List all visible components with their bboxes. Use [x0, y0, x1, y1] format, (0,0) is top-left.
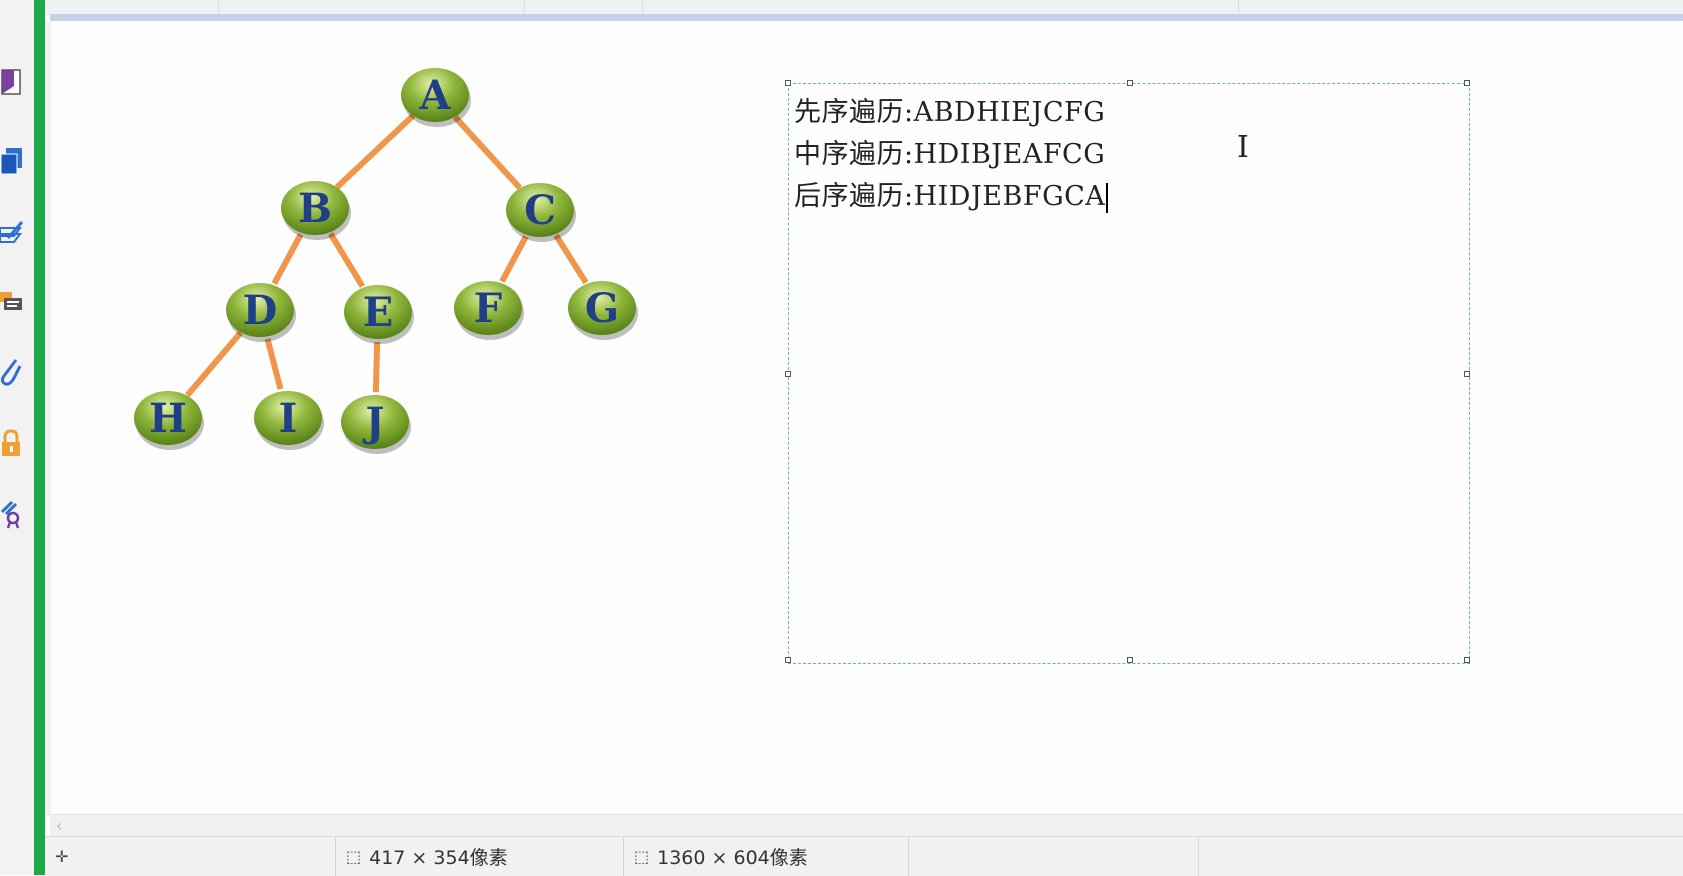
tree-edge-B-E — [327, 232, 366, 288]
tree-node-E: E — [344, 285, 414, 344]
comment-icon[interactable] — [0, 282, 26, 322]
tree-node-label: J — [363, 399, 385, 446]
tree-node-G: G — [568, 281, 638, 340]
text-caret — [1106, 182, 1109, 213]
tree-node-label: G — [585, 285, 619, 332]
resize-handle-right[interactable] — [1464, 371, 1470, 377]
resize-handle-top-right[interactable] — [1464, 80, 1470, 86]
resize-handle-bottom[interactable] — [1127, 657, 1133, 663]
tree-edge-C-F — [499, 235, 529, 283]
status-move-cell: ✛ — [45, 837, 335, 876]
tree-node-label: B — [298, 185, 332, 232]
horizontal-scrollbar[interactable]: ‹ — [50, 814, 1683, 837]
text-cursor-icon: I — [1237, 130, 1249, 165]
preorder-line: 先序遍历:ABDHIEJCFG — [794, 97, 1106, 128]
top-ruler — [0, 0, 1683, 15]
resize-handle-bottom-right[interactable] — [1464, 657, 1470, 663]
image-size: 1360 × 604像素 — [657, 847, 808, 869]
selection-size: 417 × 354像素 — [369, 847, 508, 869]
tree-edge-B-D — [271, 232, 304, 286]
status-empty-cell — [1198, 837, 1683, 876]
selection-size-icon: ⬚ — [346, 847, 362, 866]
tree-edge-C-G — [553, 233, 589, 285]
layers-edit-icon[interactable] — [0, 212, 26, 252]
move-cross-icon: ✛ — [55, 847, 69, 866]
page-icon[interactable] — [0, 62, 26, 102]
status-empty-cell — [908, 837, 1198, 876]
canvas-top-border — [50, 14, 1683, 21]
scroll-left-icon[interactable]: ‹ — [56, 816, 62, 835]
resize-handle-top[interactable] — [1127, 80, 1133, 86]
binary-tree-diagram: A B C D E F G H I J — [134, 68, 638, 454]
text-box[interactable]: 先序遍历:ABDHIEJCFG 中序遍历:HDIBJEAFCG 后序遍历:HID… — [785, 80, 1470, 664]
tree-node-label: A — [418, 72, 451, 119]
canvas-left-edge — [45, 21, 51, 816]
status-selection-cell: ⬚ 417 × 354像素 — [335, 837, 623, 876]
tree-edge-A-C — [453, 115, 522, 190]
tree-node-label: I — [279, 395, 298, 442]
tree-node-I: I — [254, 391, 324, 450]
top-ruler-segment — [218, 0, 525, 14]
tree-node-label: C — [524, 187, 556, 234]
tree-node-B: B — [281, 181, 351, 240]
tree-edge-D-I — [264, 338, 284, 390]
tree-node-label: H — [149, 395, 187, 442]
tree-node-label: E — [363, 289, 394, 336]
tree-node-H: H — [134, 391, 204, 450]
status-bar: ✛ ⬚ 417 × 354像素 ⬚ 1360 × 604像素 — [45, 836, 1683, 876]
tree-edge-D-H — [185, 330, 243, 398]
postorder-line: 后序遍历:HIDJEBFGCA — [794, 174, 1109, 213]
tree-edge-A-B — [334, 113, 416, 190]
image-size-icon: ⬚ — [634, 847, 650, 866]
certificate-icon[interactable] — [0, 494, 26, 534]
tree-node-C: C — [506, 183, 576, 242]
resize-handle-left[interactable] — [785, 371, 791, 377]
resize-handle-bottom-left[interactable] — [785, 657, 791, 663]
postorder-text: 后序遍历:HIDJEBFGCA — [794, 181, 1106, 212]
lock-icon[interactable] — [0, 424, 26, 464]
tree-edge-E-J — [372, 341, 381, 393]
top-ruler-segment — [642, 0, 1239, 14]
left-toolbar — [0, 0, 35, 875]
inorder-line: 中序遍历:HDIBJEAFCG — [794, 139, 1106, 170]
green-side-bar — [34, 0, 45, 875]
paperclip-icon[interactable] — [0, 352, 26, 392]
tree-node-label: D — [243, 287, 278, 334]
tree-node-J: J — [341, 395, 411, 454]
copy-icon[interactable] — [0, 140, 26, 180]
tree-node-label: F — [474, 285, 502, 332]
resize-handle-top-left[interactable] — [785, 80, 791, 86]
status-image-cell: ⬚ 1360 × 604像素 — [623, 837, 908, 876]
tree-node-F: F — [454, 281, 524, 340]
top-ruler-segment — [524, 0, 643, 14]
